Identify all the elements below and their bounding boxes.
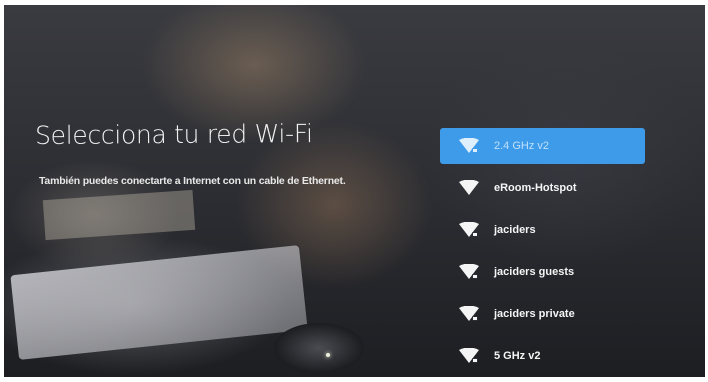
device-led <box>326 353 330 357</box>
network-item-jaciders-guests[interactable]: jaciders guests <box>440 254 655 290</box>
network-item-2-4ghz-v2[interactable]: 2.4 GHz v2 <box>440 128 645 164</box>
wifi-lock-icon <box>458 348 479 364</box>
wifi-lock-icon <box>458 138 479 154</box>
background-document <box>10 245 308 360</box>
network-name: eRoom-Hotspot <box>494 182 577 194</box>
background-device <box>274 323 364 373</box>
network-item-eroom-hotspot[interactable]: eRoom-Hotspot <box>440 170 655 206</box>
wifi-lock-icon <box>458 222 479 238</box>
network-item-5ghz-v2[interactable]: 5 GHz v2 <box>440 338 655 374</box>
wifi-lock-icon <box>458 306 479 322</box>
background-paper <box>42 189 196 241</box>
network-name: jaciders private <box>494 308 575 320</box>
page-title: Selecciona tu red Wi-Fi <box>34 119 313 150</box>
network-name: jaciders guests <box>494 266 575 278</box>
wifi-icon <box>458 180 479 196</box>
network-name: 5 GHz v2 <box>494 350 541 362</box>
network-item-jaciders-private[interactable]: jaciders private <box>440 296 655 332</box>
network-name: 2.4 GHz v2 <box>494 140 550 152</box>
wifi-lock-icon <box>458 264 479 280</box>
network-name: jaciders <box>494 224 536 236</box>
network-list: 2.4 GHz v2 eRoom-Hotspot jaciders jacide… <box>440 128 655 380</box>
network-item-jaciders[interactable]: jaciders <box>440 212 655 248</box>
page-subtitle: También puedes conectarte a Internet con… <box>39 175 346 187</box>
